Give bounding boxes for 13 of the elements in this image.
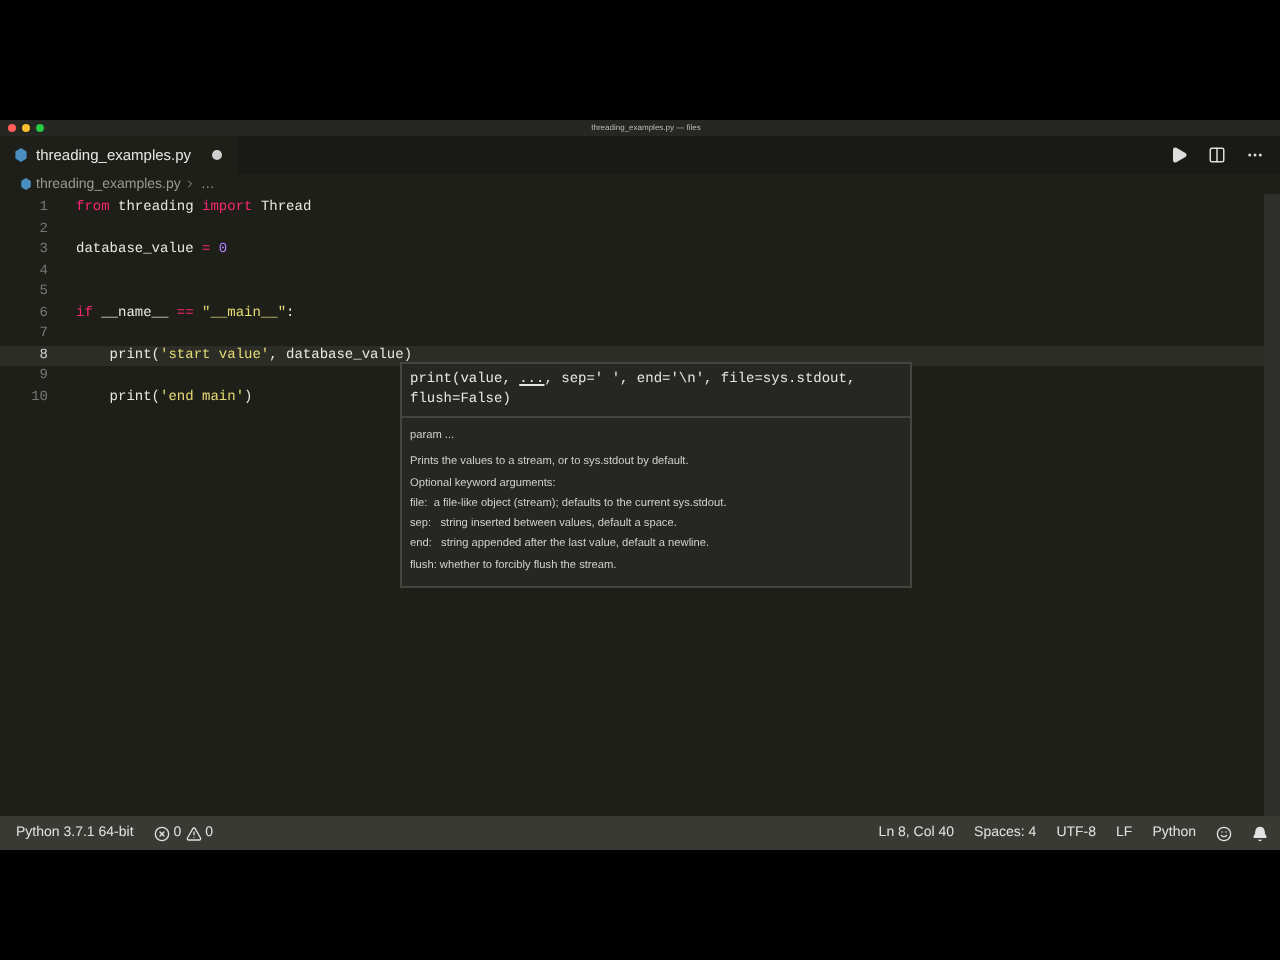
python-file-icon xyxy=(14,148,28,162)
warning-icon[interactable] xyxy=(185,825,202,841)
scroll-bar[interactable] xyxy=(1264,194,1280,816)
chevron-icon xyxy=(184,178,197,190)
smiley-icon[interactable] xyxy=(1216,825,1232,841)
python-file-icon xyxy=(20,178,32,190)
run-icon[interactable] xyxy=(1170,146,1188,164)
maximize-icon[interactable] xyxy=(36,124,44,132)
error-icon[interactable] xyxy=(153,825,170,841)
bell-icon[interactable] xyxy=(1252,825,1268,841)
close-icon[interactable] xyxy=(8,124,16,132)
minimize-icon[interactable] xyxy=(22,124,30,132)
split-editor-icon[interactable] xyxy=(1208,146,1226,164)
